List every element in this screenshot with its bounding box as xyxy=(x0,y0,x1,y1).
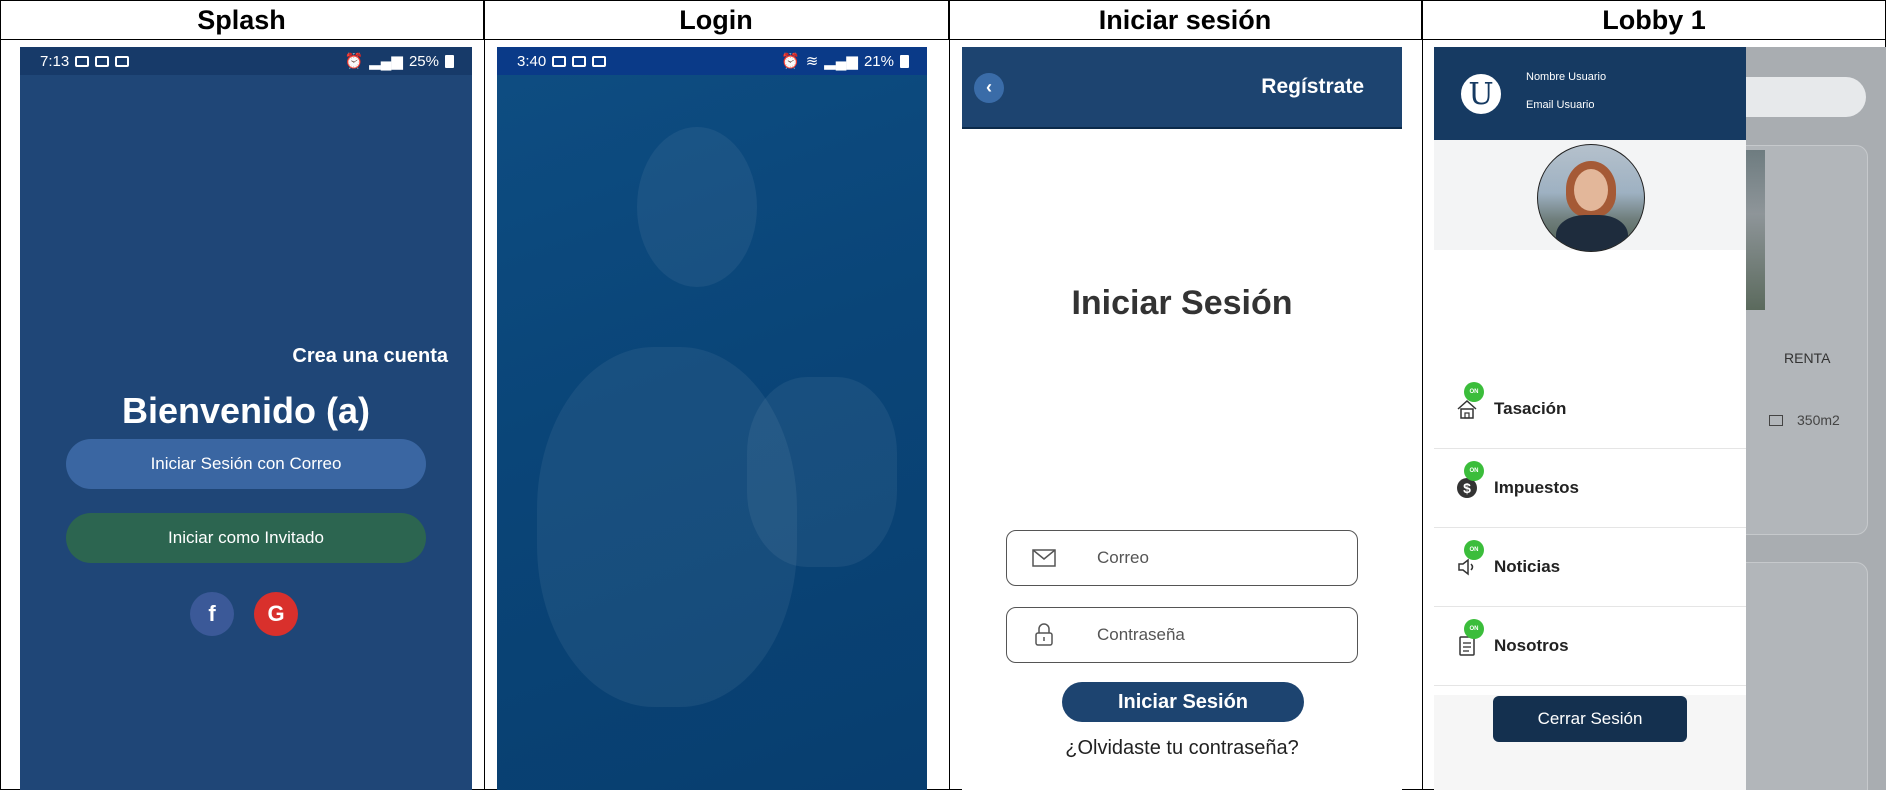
guest-login-button[interactable]: Iniciar como Invitado xyxy=(66,513,426,563)
gallery-icon xyxy=(75,55,90,67)
header-login: Login xyxy=(484,0,949,40)
alarm-icon: ⏰ xyxy=(344,53,364,70)
lobby-screen: RENTA 350m2 U Nombre Usuario Email Usuar… xyxy=(1434,47,1886,790)
menu-item-nosotros[interactable]: ON Nosotros xyxy=(1434,607,1746,686)
lock-icon xyxy=(1031,623,1057,646)
svg-text:$: $ xyxy=(1463,480,1471,496)
envelope-icon xyxy=(1031,548,1057,568)
header-splash: Splash xyxy=(0,0,484,40)
divider xyxy=(484,0,485,790)
google-icon[interactable]: G xyxy=(254,592,298,636)
background-renta-label: RENTA xyxy=(1784,350,1831,366)
profile-photo xyxy=(1537,144,1645,252)
drawer-header: U Nombre Usuario Email Usuario xyxy=(1434,47,1746,140)
divider xyxy=(1422,0,1423,790)
email-input[interactable] xyxy=(1097,548,1317,568)
menu-item-tasacion[interactable]: ON Tasación xyxy=(1434,370,1746,449)
create-account-link[interactable]: Crea una cuenta xyxy=(292,345,448,368)
login-screen: 3:40 ⏰ ≋ ▂▄▆ 21% xyxy=(497,47,927,790)
on-badge: ON xyxy=(1464,619,1484,639)
splash-screen: 7:13 ⏰ ▂▄▆ 25% Crea una cuenta Bienvenid… xyxy=(20,47,472,790)
background-area-label: 350m2 xyxy=(1769,412,1840,428)
background-property-image xyxy=(1745,150,1765,310)
user-name: Nombre Usuario xyxy=(1526,71,1607,83)
background-photo xyxy=(747,377,897,567)
password-input[interactable] xyxy=(1097,625,1317,645)
signal-icon: ▂▄▆ xyxy=(824,53,858,70)
document-icon: ON xyxy=(1454,619,1484,659)
menu-item-impuestos[interactable]: $ ON Impuestos xyxy=(1434,449,1746,528)
home-icon: ON xyxy=(1454,382,1484,422)
area-value: 350m2 xyxy=(1797,412,1840,428)
register-link[interactable]: Regístrate xyxy=(1261,75,1364,99)
menu-item-label: Impuestos xyxy=(1494,478,1580,497)
facebook-icon[interactable]: f xyxy=(190,592,234,636)
status-bar: 3:40 ⏰ ≋ ▂▄▆ 21% xyxy=(497,47,927,75)
alarm-icon: ⏰ xyxy=(781,53,800,70)
navigation-drawer: U Nombre Usuario Email Usuario ON Tasaci… xyxy=(1434,47,1746,790)
header-lobby: Lobby 1 xyxy=(1422,0,1886,40)
laptop-icon xyxy=(115,55,130,67)
email-field[interactable] xyxy=(1006,530,1358,586)
gallery-icon xyxy=(592,55,607,67)
avatar: U xyxy=(1458,71,1504,117)
dollar-icon: $ ON xyxy=(1454,461,1484,501)
signin-screen: ‹ Regístrate Iniciar Sesión Iniciar Sesi… xyxy=(962,47,1402,790)
battery-icon xyxy=(445,54,454,68)
header-iniciar-sesion: Iniciar sesión xyxy=(949,0,1422,40)
forgot-password-link[interactable]: ¿Olvidaste tu contraseña? xyxy=(962,737,1402,760)
status-time: 7:13 xyxy=(40,52,70,70)
signin-button[interactable]: Iniciar Sesión xyxy=(1062,682,1304,722)
password-field[interactable] xyxy=(1006,607,1358,663)
back-icon[interactable]: ‹ xyxy=(974,73,1004,103)
on-badge: ON xyxy=(1464,461,1484,481)
battery-icon xyxy=(900,54,909,68)
status-time: 3:40 xyxy=(517,52,547,70)
status-bar: 7:13 ⏰ ▂▄▆ 25% xyxy=(20,47,472,75)
on-badge: ON xyxy=(1464,382,1484,402)
drawer-menu: ON Tasación $ ON Impuestos ON Noticias O… xyxy=(1434,370,1746,686)
menu-item-noticias[interactable]: ON Noticias xyxy=(1434,528,1746,607)
top-bar: ‹ Regístrate xyxy=(962,47,1402,129)
area-icon xyxy=(1769,414,1783,426)
divider xyxy=(949,0,950,790)
menu-item-label: Noticias xyxy=(1494,557,1561,576)
logout-button[interactable]: Cerrar Sesión xyxy=(1493,696,1687,742)
menu-item-label: Tasación xyxy=(1494,399,1567,418)
signal-icon: ▂▄▆ xyxy=(369,53,403,70)
welcome-title: Bienvenido (a) xyxy=(121,390,371,431)
on-badge: ON xyxy=(1464,540,1484,560)
email-login-button[interactable]: Iniciar Sesión con Correo xyxy=(66,439,426,489)
background-photo xyxy=(637,127,757,287)
user-email: Email Usuario xyxy=(1526,99,1595,111)
wifi-icon: ≋ xyxy=(805,53,819,70)
speaker-icon: ON xyxy=(1454,540,1484,580)
page-title: Iniciar Sesión xyxy=(1071,284,1293,322)
video-icon xyxy=(552,55,567,67)
battery-percent: 25% xyxy=(408,52,439,70)
mail-icon xyxy=(95,55,110,67)
mail-icon xyxy=(572,55,587,67)
menu-item-label: Nosotros xyxy=(1494,636,1569,655)
battery-percent: 21% xyxy=(863,52,894,70)
